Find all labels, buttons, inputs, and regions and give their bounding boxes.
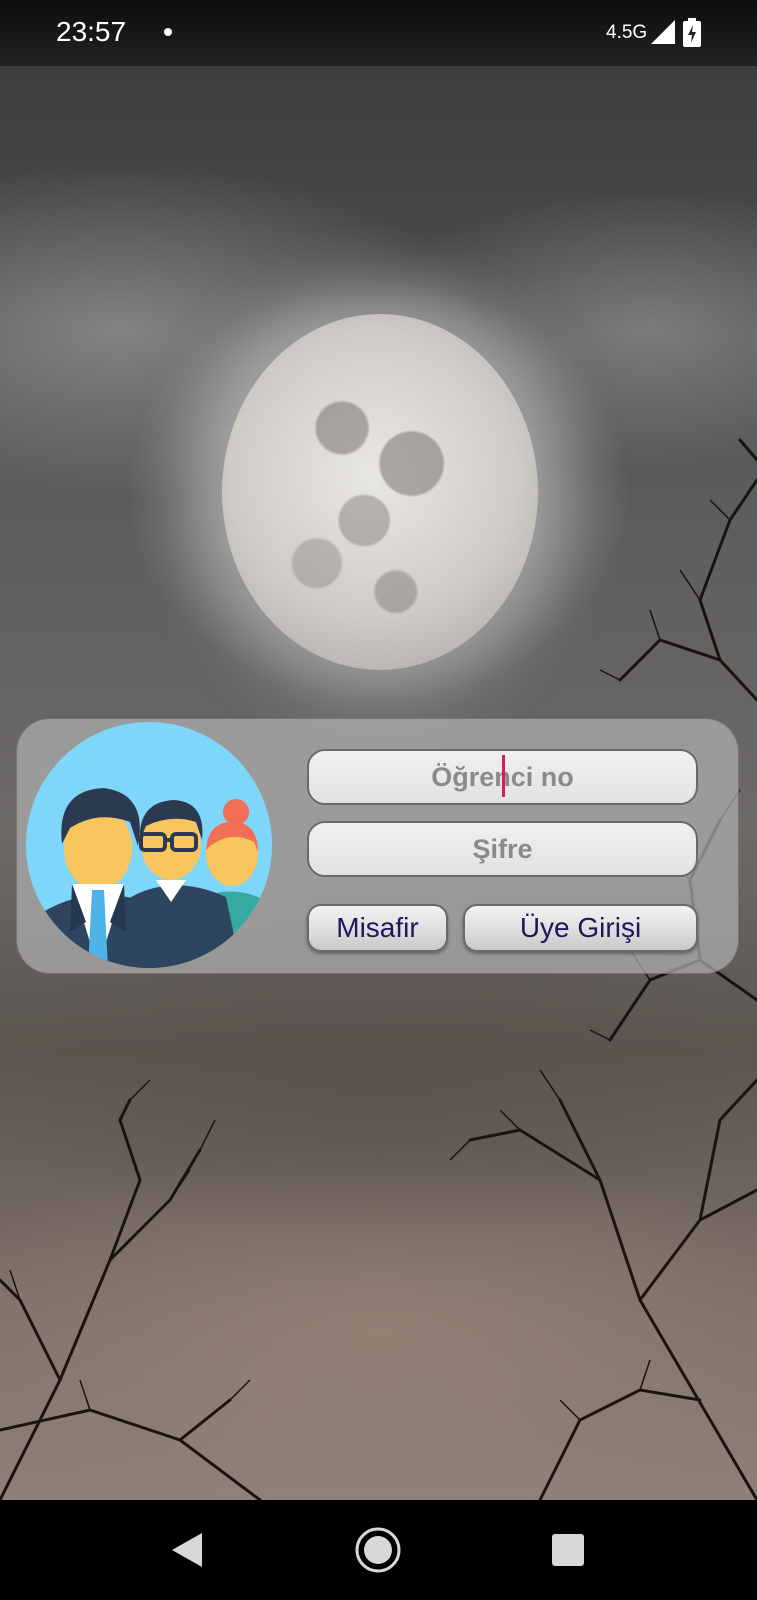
signal-icon [651,20,675,44]
status-time: 23:57 [56,16,127,47]
text-cursor [502,755,505,797]
user-group-icon [26,722,272,968]
password-placeholder: Şifre [472,833,533,864]
home-icon[interactable] [355,1527,401,1573]
network-type: 4.5G [606,22,648,43]
guest-button[interactable]: Misafir [307,904,448,952]
navigation-bar [0,1500,757,1600]
notification-dot-icon [164,28,172,36]
member-login-button[interactable]: Üye Girişi [463,904,698,952]
battery-charging-icon [683,18,701,47]
password-input[interactable]: Şifre [307,821,698,877]
status-bar: 23:57 4.5G [0,0,757,66]
recent-apps-icon[interactable] [552,1534,584,1566]
back-icon[interactable] [172,1533,202,1567]
